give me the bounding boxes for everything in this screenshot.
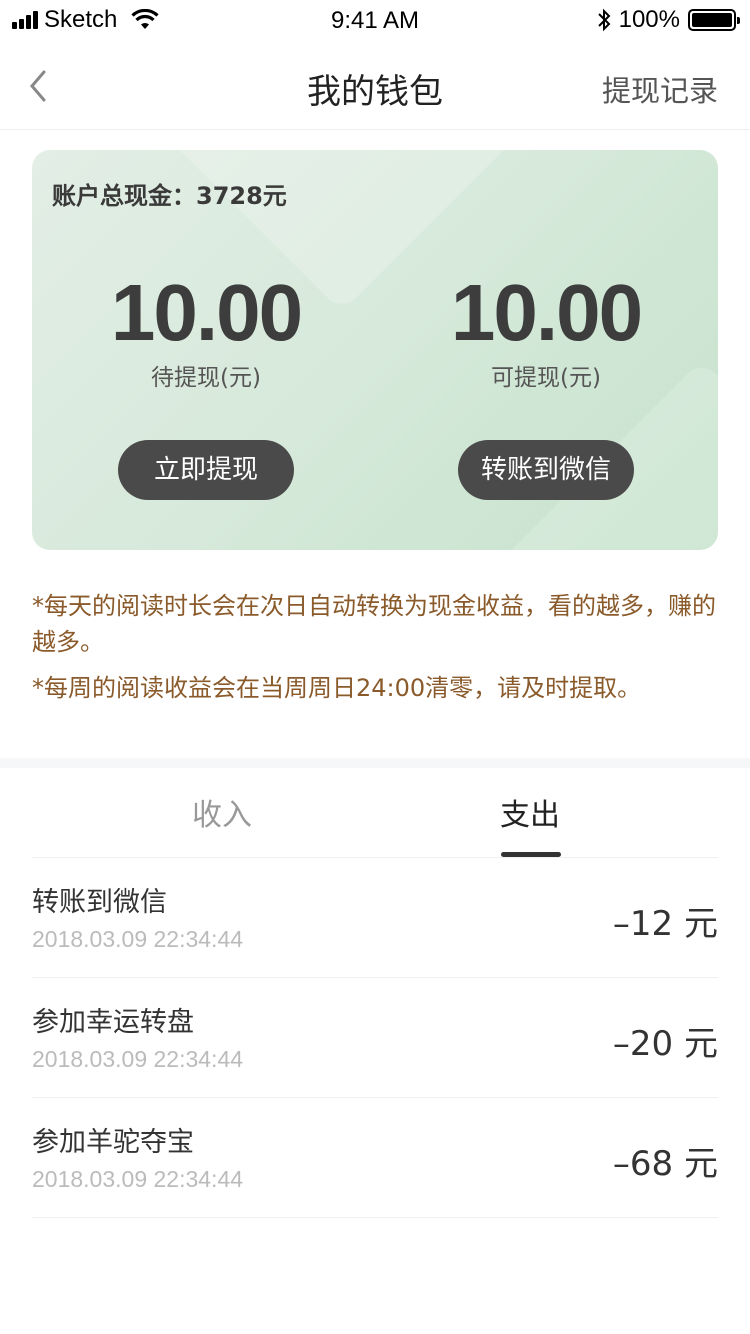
tab-income[interactable]: 收入 xyxy=(122,790,322,834)
transaction-time: 2018.03.09 22:34:44 xyxy=(32,1046,244,1072)
status-right: 100% xyxy=(597,6,740,34)
nav-bar: 我的钱包 提现记录 xyxy=(0,40,750,130)
battery-fill xyxy=(692,13,732,27)
bluetooth-icon xyxy=(597,8,611,32)
wallet-card: 账户总现金：3728元 10.00 待提现(元) 10.00 可提现(元) 立即… xyxy=(32,150,718,550)
withdraw-now-button[interactable]: 立即提现 xyxy=(118,440,294,500)
transaction-title: 转账到微信 xyxy=(32,887,167,918)
section-divider xyxy=(0,758,750,768)
battery-percent: 100% xyxy=(618,6,680,33)
transaction-amount: –20 元 xyxy=(612,1024,718,1064)
transaction-title: 参加幸运转盘 xyxy=(32,1007,194,1038)
transfer-to-wechat-button[interactable]: 转账到微信 xyxy=(458,440,634,500)
available-amount: 10.00 xyxy=(450,268,643,357)
tab-expense[interactable]: 支出 xyxy=(430,790,630,834)
active-tab-indicator xyxy=(501,852,561,857)
pending-amount: 10.00 xyxy=(110,268,303,357)
transaction-tabs: 收入 支出 xyxy=(32,768,718,858)
transaction-time: 2018.03.09 22:34:44 xyxy=(32,926,244,952)
transaction-list: 转账到微信 2018.03.09 22:34:44 –12 元 参加幸运转盘 2… xyxy=(32,858,718,1218)
transaction-amount: –12 元 xyxy=(612,904,718,944)
transaction-time: 2018.03.09 22:34:44 xyxy=(32,1166,244,1192)
transaction-amount: –68 元 xyxy=(612,1144,718,1184)
account-total-cash: 账户总现金：3728元 xyxy=(52,182,287,210)
list-item[interactable]: 参加幸运转盘 2018.03.09 22:34:44 –20 元 xyxy=(32,978,718,1098)
pending-amount-block: 10.00 待提现(元) xyxy=(56,268,356,392)
notice-text: *每天的阅读时长会在次日自动转换为现金收益，看的越多，赚的越多。 *每周的阅读收… xyxy=(32,588,722,706)
transaction-title: 参加羊驼夺宝 xyxy=(32,1127,194,1158)
list-item[interactable]: 参加羊驼夺宝 2018.03.09 22:34:44 –68 元 xyxy=(32,1098,718,1218)
list-item[interactable]: 转账到微信 2018.03.09 22:34:44 –12 元 xyxy=(32,858,718,978)
pending-amount-label: 待提现(元) xyxy=(151,365,261,391)
available-amount-label: 可提现(元) xyxy=(491,365,601,391)
notice-line: *每天的阅读时长会在次日自动转换为现金收益，看的越多，赚的越多。 xyxy=(32,592,716,656)
available-amount-block: 10.00 可提现(元) xyxy=(396,268,696,392)
status-bar: Sketch 9:41 AM 100% xyxy=(0,0,750,40)
withdraw-history-link[interactable]: 提现记录 xyxy=(602,68,718,110)
notice-line: *每周的阅读收益会在当周周日24:00清零，请及时提取。 xyxy=(32,674,642,702)
battery-icon xyxy=(688,9,740,31)
